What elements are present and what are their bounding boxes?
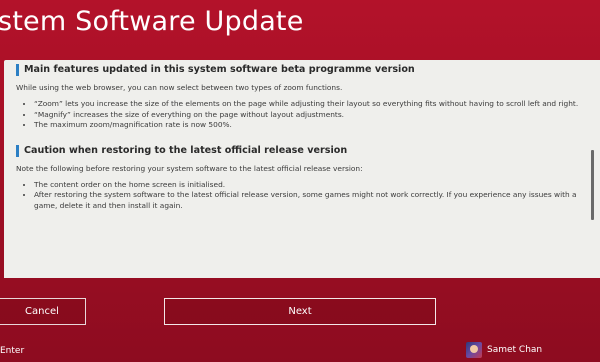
heading-accent-bar (16, 144, 19, 157)
caution-section-heading: Caution when restoring to the latest off… (16, 144, 584, 157)
cancel-button[interactable]: Cancel (0, 298, 86, 325)
caution-list: The content order on the home screen is … (16, 180, 584, 212)
avatar (466, 342, 482, 358)
list-item: The maximum zoom/magnification rate is n… (34, 120, 584, 131)
features-intro: While using the web browser, you can now… (16, 83, 343, 92)
release-notes-panel[interactable]: Main features updated in this system sof… (4, 60, 600, 278)
user-name: Samet Chan (487, 345, 543, 355)
list-item: “Magnify” increases the size of everythi… (34, 110, 584, 121)
list-item: “Zoom” lets you increase the size of the… (34, 99, 584, 110)
panel-scrollbar[interactable] (591, 150, 594, 220)
caution-intro: Note the following before restoring your… (16, 163, 363, 173)
features-list: “Zoom” lets you increase the size of the… (16, 99, 584, 131)
page-title: stem Software Update (0, 6, 304, 37)
caution-heading-text: Caution when restoring to the latest off… (24, 144, 348, 156)
heading-accent-bar (16, 64, 19, 76)
list-item: After restoring the system software to t… (34, 190, 584, 211)
features-heading-text: Main features updated in this system sof… (24, 64, 415, 75)
list-item: The content order on the home screen is … (34, 180, 584, 191)
user-profile: Samet Chan (466, 342, 542, 358)
next-button[interactable]: Next (164, 298, 436, 325)
features-section-heading: Main features updated in this system sof… (16, 64, 584, 76)
enter-hint: Enter (0, 346, 25, 356)
